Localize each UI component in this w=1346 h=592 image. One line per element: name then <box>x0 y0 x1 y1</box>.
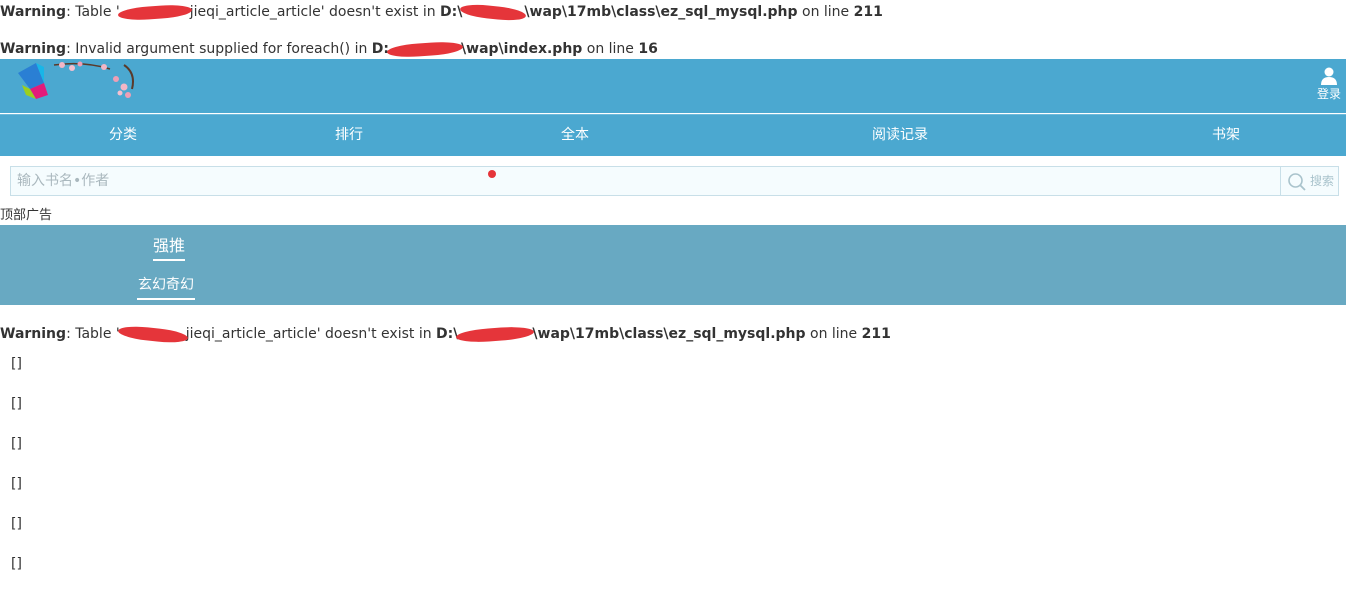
warning-text: : Table ' <box>66 326 120 342</box>
warning-text: : Invalid argument supplied for foreach(… <box>66 41 372 57</box>
redaction-mark <box>389 39 461 59</box>
warning-path: D: \wap\index.php <box>371 39 583 59</box>
warning-line: 16 <box>638 41 658 57</box>
nav-item-completed[interactable]: 全本 <box>561 115 589 156</box>
warning-text: on line <box>797 4 854 20</box>
warning-line: 211 <box>853 4 883 20</box>
search-button-label: 搜索 <box>1309 174 1334 188</box>
warning-text: jieqi_article_article' doesn't exist in <box>185 326 437 342</box>
warning-line: 211 <box>861 326 891 342</box>
redaction-mark <box>120 324 186 344</box>
search-input[interactable] <box>11 167 1290 195</box>
login-button[interactable]: 登录 <box>1312 67 1346 101</box>
site-header: 登录 <box>0 59 1346 113</box>
site-logo-icon[interactable] <box>14 59 144 113</box>
list-item: [] <box>11 436 22 452</box>
list-item: [] <box>11 356 22 372</box>
nav-item-reading-history[interactable]: 阅读记录 <box>872 115 928 156</box>
top-ad-label: 顶部广告 <box>0 208 53 223</box>
recommend-category-tab[interactable]: 玄幻奇幻 <box>137 274 195 300</box>
warning-path: D:\ \wap\17mb\class\ez_sql_mysql.php <box>436 326 806 342</box>
login-label: 登录 <box>1316 87 1341 101</box>
redaction-mark <box>462 2 524 22</box>
warning-text: on line <box>582 41 639 57</box>
main-nav: 分类 排行 全本 阅读记录 书架 <box>0 114 1346 156</box>
nav-item-category[interactable]: 分类 <box>109 115 137 156</box>
redaction-mark <box>458 324 532 344</box>
red-dot-mark <box>488 170 496 178</box>
empty-list: [] [] [] [] [] [] <box>11 352 22 592</box>
list-item: [] <box>11 516 22 532</box>
search-button[interactable]: 搜索 <box>1280 167 1338 195</box>
warning-label: Warning <box>0 4 67 20</box>
recommend-section: 强推 玄幻奇幻 <box>0 225 1346 305</box>
php-warning-3: Warning: Table ' jieqi_article_article' d… <box>0 324 891 344</box>
php-warning-1: Warning: Table ' jieqi_article_article' d… <box>0 2 883 22</box>
search-bar: 搜索 <box>10 166 1339 196</box>
redaction-mark <box>120 2 190 22</box>
warning-text: on line <box>805 326 862 342</box>
warning-text: jieqi_article_article' doesn't exist in <box>189 4 441 20</box>
warning-label: Warning <box>0 326 67 342</box>
list-item: [] <box>11 476 22 492</box>
user-icon <box>1321 67 1337 85</box>
recommend-title: 强推 <box>153 235 186 261</box>
php-warning-2: Warning: Invalid argument supplied for f… <box>0 39 658 59</box>
list-item: [] <box>11 396 22 412</box>
nav-item-bookshelf[interactable]: 书架 <box>1212 115 1240 156</box>
warning-path: D:\ \wap\17mb\class\ez_sql_mysql.php <box>440 4 798 20</box>
warning-label: Warning <box>0 41 67 57</box>
nav-item-ranking[interactable]: 排行 <box>335 115 363 156</box>
search-icon <box>1288 173 1306 191</box>
list-item: [] <box>11 556 22 572</box>
warning-text: : Table ' <box>66 4 120 20</box>
